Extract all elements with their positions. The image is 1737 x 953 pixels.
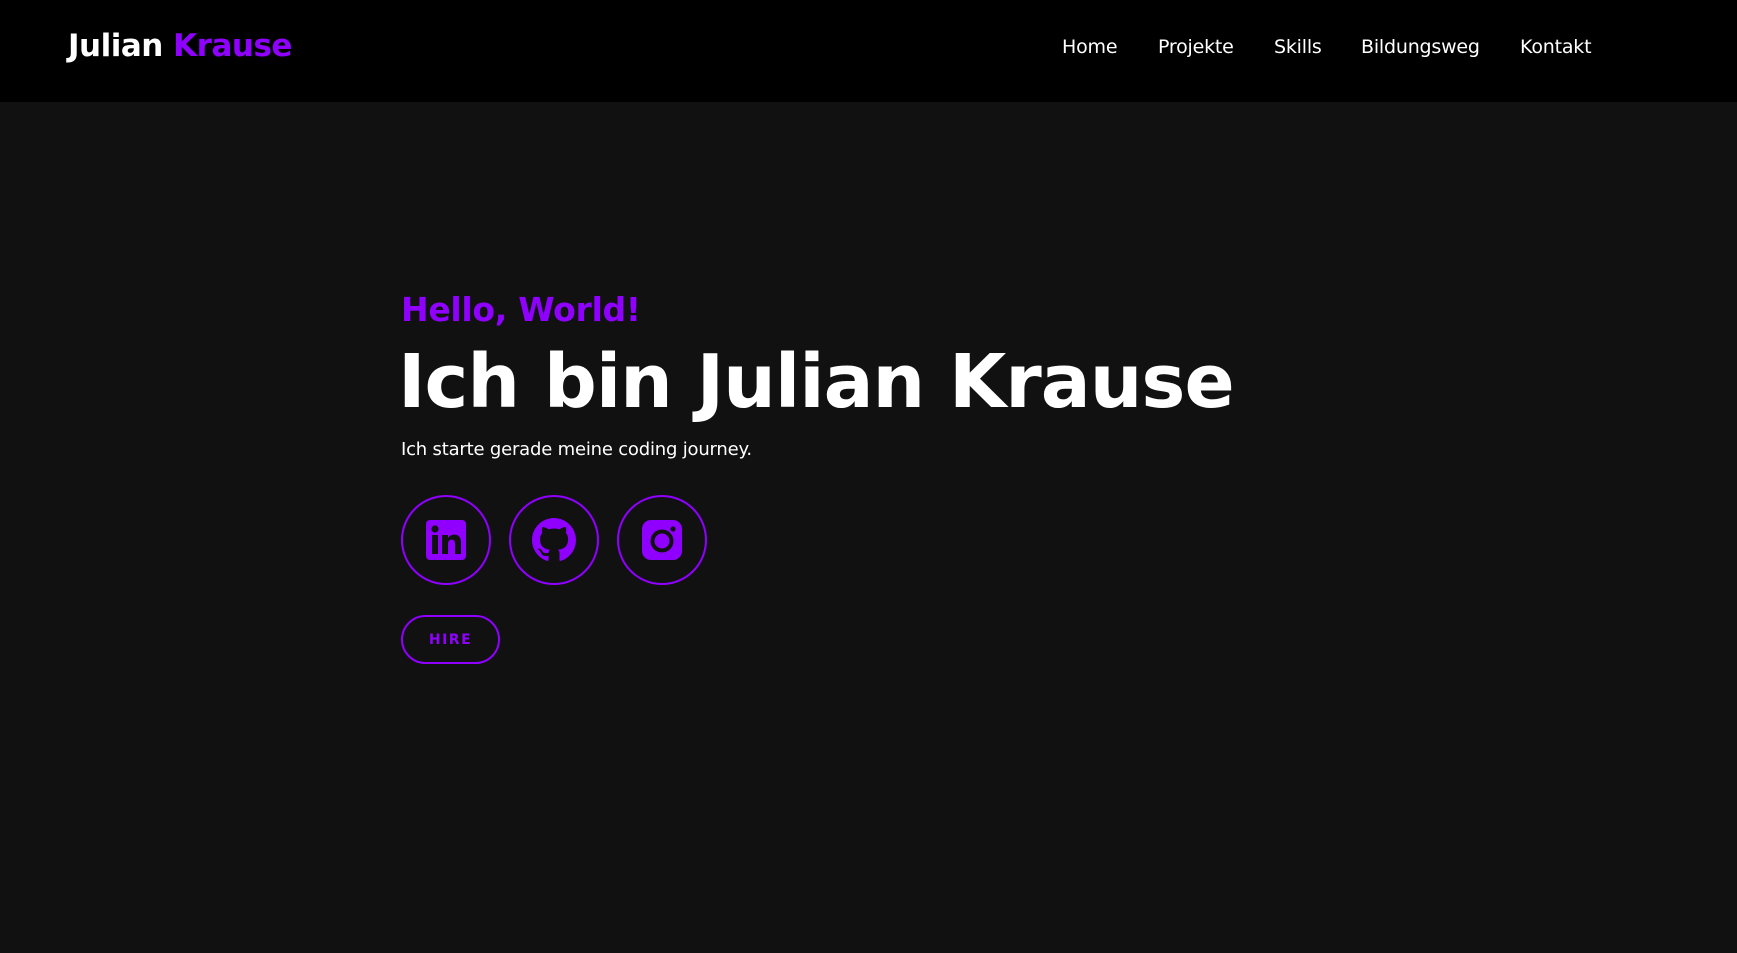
linkedin-button[interactable] bbox=[401, 495, 491, 585]
instagram-button[interactable] bbox=[617, 495, 707, 585]
nav-link-skills[interactable]: Skills bbox=[1274, 36, 1322, 58]
linkedin-icon bbox=[426, 520, 466, 560]
github-button[interactable] bbox=[509, 495, 599, 585]
hero-headline: Ich bin Julian Krause bbox=[398, 339, 1235, 425]
nav-link-bildungsweg[interactable]: Bildungsweg bbox=[1361, 36, 1480, 58]
hire-button[interactable]: HIRE bbox=[401, 615, 500, 664]
github-icon bbox=[532, 518, 576, 562]
nav-link-kontakt[interactable]: Kontakt bbox=[1520, 36, 1592, 58]
instagram-icon bbox=[642, 520, 682, 560]
navbar: Julian Krause Home Projekte Skills Bildu… bbox=[0, 0, 1737, 102]
nav-link-projekte[interactable]: Projekte bbox=[1158, 36, 1234, 58]
hero-section: Hello, World! Ich bin Julian Krause Ich … bbox=[0, 102, 1737, 953]
nav-link-home[interactable]: Home bbox=[1062, 36, 1118, 58]
main-navigation: Home Projekte Skills Bildungsweg Kontakt bbox=[0, 36, 1737, 66]
hero-tagline: Ich starte gerade meine coding journey. bbox=[401, 439, 752, 460]
hero-greeting: Hello, World! bbox=[401, 290, 641, 329]
